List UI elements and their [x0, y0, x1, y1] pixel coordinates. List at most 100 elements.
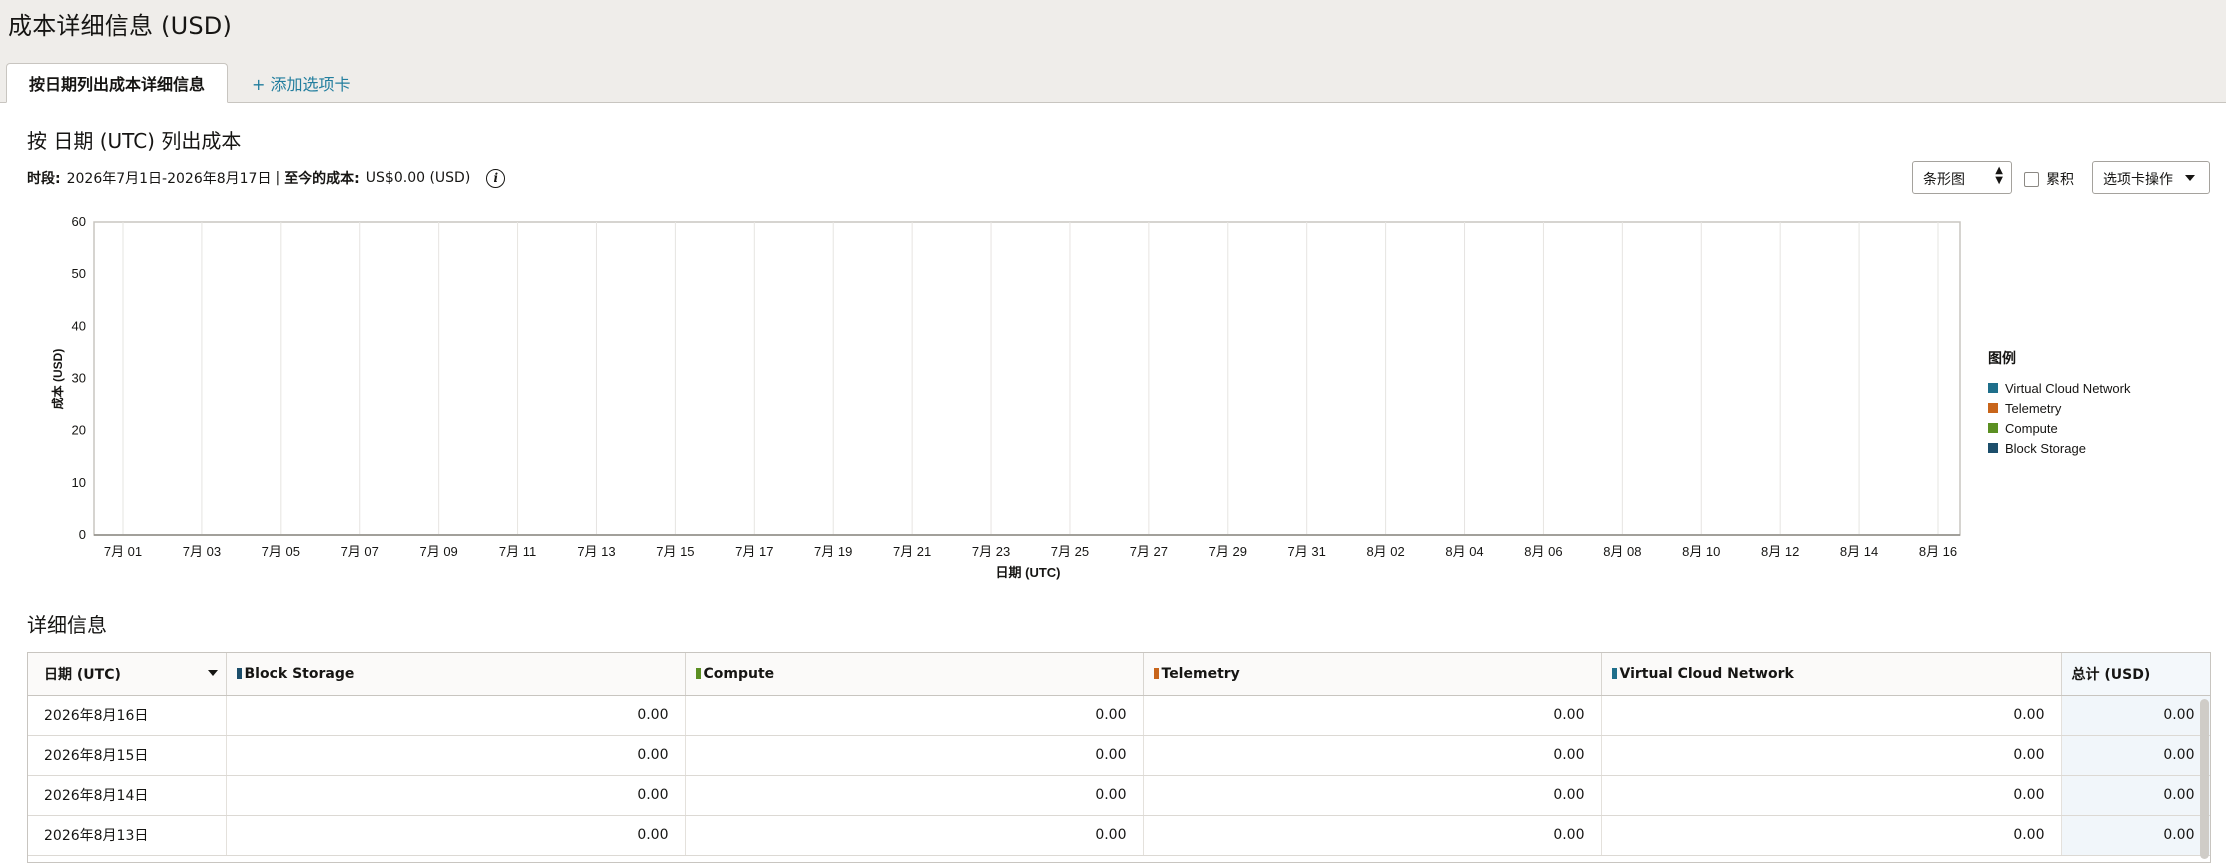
legend-swatch [1988, 443, 1998, 453]
x-tick-label: 8月 16 [1919, 544, 1957, 559]
series-swatch [695, 667, 701, 679]
x-tick-label: 8月 06 [1524, 544, 1562, 559]
x-tick-label: 7月 27 [1130, 544, 1168, 559]
x-tick-label: 7月 09 [419, 544, 457, 559]
legend-swatch [1988, 403, 1998, 413]
x-tick-label: 8月 10 [1682, 544, 1720, 559]
date-cell: 2026年8月14日 [28, 775, 227, 816]
y-tick-label: 0 [79, 527, 86, 542]
column-header-label: Block Storage [244, 665, 355, 682]
x-tick-label: 7月 31 [1288, 544, 1326, 559]
details-title: 详细信息 [27, 613, 107, 637]
y-axis-label: 成本 (USD) [50, 349, 65, 410]
legend-label: Telemetry [2005, 400, 2062, 416]
y-tick-label: 50 [72, 266, 86, 281]
x-tick-label: 7月 25 [1051, 544, 1089, 559]
series-swatch [1153, 667, 1159, 679]
date-cell: 2026年8月16日 [28, 695, 227, 736]
x-tick-label: 7月 11 [499, 544, 536, 559]
x-tick-label: 8月 08 [1603, 544, 1641, 559]
table-scrollbar[interactable] [2200, 699, 2209, 859]
legend-label: Block Storage [2005, 440, 2086, 456]
tab-cost-by-date[interactable]: 按日期列出成本详细信息 [6, 63, 229, 103]
cost-cell: 0.00 [226, 815, 686, 856]
cost-cell: 0.00 [1601, 775, 2062, 816]
column-header-label: 总计 (USD) [2071, 666, 2151, 683]
column-header[interactable]: 总计 (USD) [2061, 653, 2210, 696]
date-cell: 2026年8月13日 [28, 815, 227, 856]
cost-cell: 0.00 [685, 815, 1144, 856]
x-tick-label: 7月 19 [814, 544, 852, 559]
cost-cell: 0.00 [1601, 815, 2062, 856]
table-row[interactable]: 2026年8月14日 0.00 0.00 0.00 0.00 0.00 [28, 775, 2210, 816]
legend-item[interactable]: Compute [1988, 418, 2130, 438]
column-header[interactable]: 日期 (UTC) [28, 653, 227, 696]
column-header-label: Compute [703, 665, 775, 682]
y-tick-label: 30 [72, 371, 86, 386]
legend-item[interactable]: Virtual Cloud Network [1988, 378, 2130, 398]
legend-label: Virtual Cloud Network [2005, 380, 2131, 396]
cost-cell: 0.00 [226, 735, 686, 776]
x-tick-label: 7月 13 [577, 544, 615, 559]
cost-cell: 0.00 [2061, 775, 2210, 816]
x-tick-label: 7月 03 [183, 544, 221, 559]
cost-cell: 0.00 [685, 775, 1144, 816]
x-axis-label: 日期 (UTC) [996, 565, 1061, 580]
date-cell: 2026年8月15日 [28, 735, 227, 776]
x-tick-label: 7月 17 [735, 544, 773, 559]
y-tick-label: 20 [72, 423, 86, 438]
details-table: 日期 (UTC) Block Storage Compute Telemetry Vir… [27, 652, 2211, 863]
x-tick-label: 8月 14 [1840, 544, 1878, 559]
cost-cell: 0.00 [2061, 735, 2210, 776]
page-title: 成本详细信息 (USD) [8, 12, 233, 40]
legend-item[interactable]: Telemetry [1988, 398, 2130, 418]
x-tick-label: 7月 29 [1209, 544, 1247, 559]
cost-cell: 0.00 [226, 695, 686, 736]
x-tick-label: 8月 02 [1366, 544, 1404, 559]
cost-cell: 0.00 [1143, 735, 1602, 776]
cost-cell: 0.00 [1143, 695, 1602, 736]
cost-cell: 0.00 [1601, 695, 2062, 736]
y-tick-label: 40 [72, 318, 86, 333]
series-swatch [1611, 667, 1617, 679]
add-tab-link[interactable]: + 添加选项卡 [228, 63, 375, 103]
x-tick-label: 7月 07 [341, 544, 379, 559]
x-tick-label: 7月 15 [656, 544, 694, 559]
legend-label: Compute [2005, 420, 2058, 436]
cost-cell: 0.00 [226, 775, 686, 816]
column-header[interactable]: Telemetry [1143, 653, 1602, 696]
legend-swatch [1988, 423, 1998, 433]
plot-area [93, 221, 1961, 536]
column-header-label: Virtual Cloud Network [1619, 665, 1794, 682]
chart-legend: 图例 Virtual Cloud Network Telemetry Compute… [1988, 348, 2130, 458]
table-row[interactable]: 2026年8月15日 0.00 0.00 0.00 0.00 0.00 [28, 735, 2210, 776]
cost-cell: 0.00 [1143, 815, 1602, 856]
column-header[interactable]: Compute [685, 653, 1144, 696]
legend-swatch [1988, 383, 1998, 393]
table-header-row: 日期 (UTC) Block Storage Compute Telemetry Vir… [28, 653, 2210, 696]
cost-cell: 0.00 [685, 735, 1144, 776]
x-tick-label: 7月 01 [104, 544, 142, 559]
table-row[interactable]: 2026年8月13日 0.00 0.00 0.00 0.00 0.00 [28, 815, 2210, 856]
legend-item[interactable]: Block Storage [1988, 438, 2130, 458]
x-tick-label: 8月 04 [1445, 544, 1483, 559]
tab-bar: 按日期列出成本详细信息 + 添加选项卡 [6, 63, 375, 103]
sort-desc-icon[interactable] [207, 670, 218, 676]
cost-cell: 0.00 [2061, 695, 2210, 736]
cost-cell: 0.00 [685, 695, 1144, 736]
legend-title: 图例 [1988, 351, 2016, 367]
x-tick-label: 7月 21 [893, 544, 931, 559]
column-header[interactable]: Virtual Cloud Network [1601, 653, 2062, 696]
cost-cell: 0.00 [2061, 815, 2210, 856]
cost-cell: 0.00 [1143, 775, 1602, 816]
cost-bar-chart: 7月 01 7月 03 7月 05 7月 07 7月 09 7月 11 7月 13 7月 15… [50, 214, 1961, 580]
table-row[interactable]: 2026年8月16日 0.00 0.00 0.00 0.00 0.00 [28, 695, 2210, 736]
series-swatch [236, 667, 242, 679]
x-tick-label: 7月 23 [972, 544, 1010, 559]
x-tick-label: 8月 12 [1761, 544, 1799, 559]
column-header[interactable]: Block Storage [226, 653, 686, 696]
column-header-label: 日期 (UTC) [44, 666, 121, 683]
cost-cell: 0.00 [1601, 735, 2062, 776]
column-header-label: Telemetry [1161, 665, 1240, 682]
x-tick-label: 7月 05 [262, 544, 300, 559]
